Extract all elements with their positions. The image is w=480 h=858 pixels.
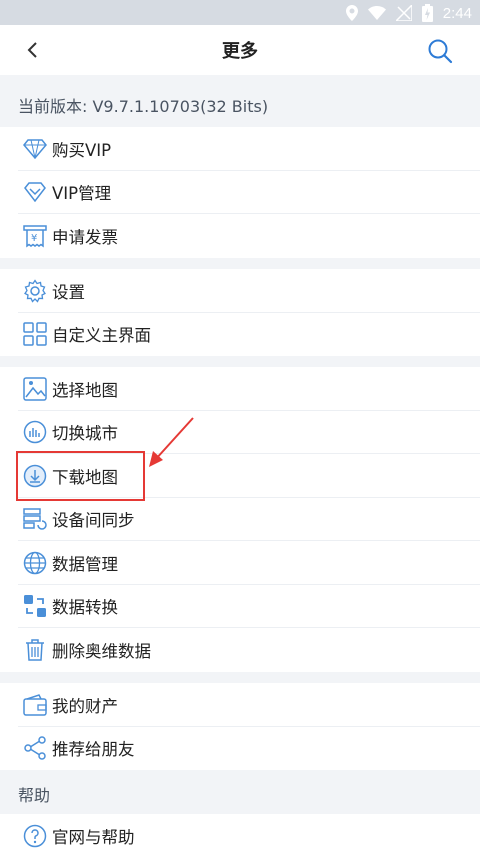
signal-off-icon xyxy=(395,5,412,21)
menu-item-label: 官网与帮助 xyxy=(52,827,135,847)
gear-icon xyxy=(22,278,48,304)
menu-item-label: VIP管理 xyxy=(52,184,112,204)
menu-item-label: 数据转换 xyxy=(52,598,118,618)
wallet-icon xyxy=(22,692,48,718)
status-icons: 2:44 xyxy=(345,3,472,23)
menu-item-label: 切换城市 xyxy=(52,424,118,444)
map-icon xyxy=(22,376,48,402)
share-icon xyxy=(22,735,48,761)
search-icon[interactable] xyxy=(426,37,454,65)
menu-item-label: 购买VIP xyxy=(52,140,112,160)
menu-item-buy-vip[interactable]: 购买VIP xyxy=(0,127,480,171)
svg-text:¥: ¥ xyxy=(31,233,37,244)
menu-item-data-convert[interactable]: 数据转换 xyxy=(0,585,480,629)
menu-item-data-manage[interactable]: 数据管理 xyxy=(0,541,480,585)
menu-item-label: 我的财产 xyxy=(52,696,118,716)
map-group: 选择地图 切换城市 下载地图 设备间同步 数据管理 数据转换 删除奥维数据 xyxy=(0,367,480,672)
menu-item-label: 选择地图 xyxy=(52,380,118,400)
globe-icon xyxy=(22,550,48,576)
menu-item-select-map[interactable]: 选择地图 xyxy=(0,367,480,411)
trash-icon xyxy=(22,637,48,663)
menu-item-official-help[interactable]: 官网与帮助 xyxy=(0,814,480,858)
settings-group: 设置 自定义主界面 xyxy=(0,269,480,356)
grid-icon xyxy=(22,321,48,347)
menu-item-label: 删除奥维数据 xyxy=(52,641,151,661)
menu-item-device-sync[interactable]: 设备间同步 xyxy=(0,498,480,542)
menu-item-settings[interactable]: 设置 xyxy=(0,269,480,313)
status-bar: 2:44 xyxy=(0,0,480,25)
annotation-arrow-icon xyxy=(149,417,194,467)
menu-item-label: 推荐给朋友 xyxy=(52,740,135,760)
help-group: 官网与帮助 xyxy=(0,814,480,858)
menu-item-label: 数据管理 xyxy=(52,554,118,574)
page-title: 更多 xyxy=(222,41,258,62)
battery-charging-icon xyxy=(421,4,433,22)
location-icon xyxy=(345,5,358,21)
menu-item-label: 设备间同步 xyxy=(52,511,135,531)
vip-group: 购买VIP VIP管理 ¥ 申请发票 xyxy=(0,127,480,258)
menu-item-label: 自定义主界面 xyxy=(52,326,151,346)
help-icon xyxy=(22,823,48,849)
menu-item-switch-city[interactable]: 切换城市 xyxy=(0,411,480,455)
highlight-box xyxy=(16,451,145,501)
menu-item-vip-manage[interactable]: VIP管理 xyxy=(0,171,480,215)
city-icon xyxy=(22,419,48,445)
menu-item-my-assets[interactable]: 我的财产 xyxy=(0,683,480,727)
menu-item-recommend[interactable]: 推荐给朋友 xyxy=(0,727,480,771)
status-time: 2:44 xyxy=(442,4,472,22)
help-section-label: 帮助 xyxy=(18,786,51,805)
menu-item-label: 设置 xyxy=(52,282,85,302)
wifi-icon xyxy=(367,6,386,20)
version-text: 当前版本: V9.7.1.10703(32 Bits) xyxy=(18,97,269,116)
version-info: 当前版本: V9.7.1.10703(32 Bits) xyxy=(0,85,480,125)
assets-group: 我的财产 推荐给朋友 xyxy=(0,683,480,770)
menu-item-invoice[interactable]: ¥ 申请发票 xyxy=(0,214,480,258)
vip-diamond-icon xyxy=(22,179,48,205)
menu-item-delete-data[interactable]: 删除奥维数据 xyxy=(0,628,480,672)
invoice-icon: ¥ xyxy=(22,223,48,249)
diamond-icon xyxy=(22,136,48,162)
app-header: 更多 xyxy=(0,25,480,75)
convert-icon xyxy=(22,593,48,619)
menu-item-customize[interactable]: 自定义主界面 xyxy=(0,313,480,357)
back-arrow-icon[interactable] xyxy=(22,39,44,61)
menu-item-label: 申请发票 xyxy=(52,227,118,247)
sync-icon xyxy=(22,506,48,532)
